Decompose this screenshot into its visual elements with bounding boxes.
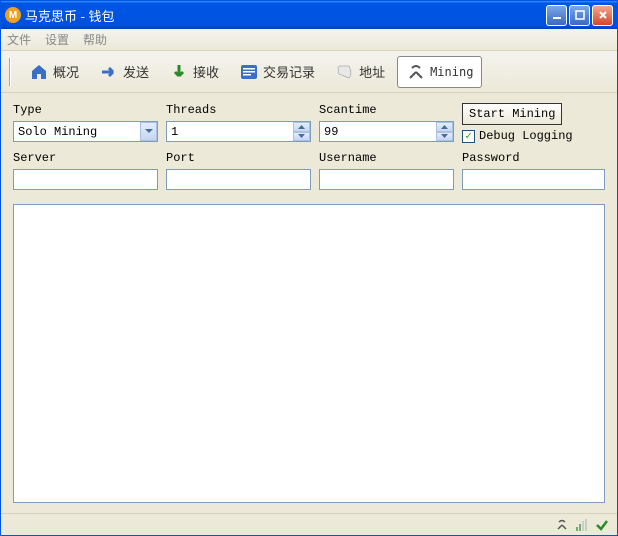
threads-spinner[interactable]: [166, 121, 311, 142]
scantime-spinner[interactable]: [319, 121, 454, 142]
menu-settings[interactable]: 设置: [45, 31, 69, 48]
scantime-value[interactable]: [319, 121, 454, 142]
toolbar-divider: [9, 58, 11, 86]
network-status-icon: [575, 518, 589, 532]
home-icon: [29, 62, 49, 82]
menubar: 文件 设置 帮助: [1, 29, 617, 51]
checkbox-box[interactable]: ✓: [462, 130, 475, 143]
debug-logging-checkbox[interactable]: ✓ Debug Logging: [462, 129, 605, 143]
mining-output[interactable]: [13, 204, 605, 503]
debug-logging-label: Debug Logging: [479, 129, 573, 143]
password-label: Password: [462, 151, 605, 165]
chevron-up-icon[interactable]: [293, 122, 310, 132]
mining-status-icon: [555, 518, 569, 532]
toolbar: 概况 发送 接收 交易记录 地址: [1, 51, 617, 93]
close-button[interactable]: [592, 5, 613, 26]
type-select[interactable]: [13, 121, 158, 142]
port-label: Port: [166, 151, 311, 165]
threads-label: Threads: [166, 103, 311, 117]
statusbar: [1, 513, 617, 535]
tab-transactions[interactable]: 交易记录: [231, 56, 323, 88]
port-input[interactable]: [166, 169, 311, 190]
titlebar[interactable]: M 马克思币 - 钱包: [1, 1, 617, 29]
type-value[interactable]: [13, 121, 158, 142]
tab-mining[interactable]: Mining: [397, 56, 482, 88]
chevron-down-icon[interactable]: [436, 132, 453, 142]
scantime-label: Scantime: [319, 103, 454, 117]
addressbook-icon: [335, 62, 355, 82]
password-input[interactable]: [462, 169, 605, 190]
username-label: Username: [319, 151, 454, 165]
send-icon: [99, 62, 119, 82]
main-window: M 马克思币 - 钱包 文件 设置 帮助 概况: [0, 0, 618, 536]
chevron-up-icon[interactable]: [436, 122, 453, 132]
tab-overview[interactable]: 概况: [21, 56, 87, 88]
chevron-down-icon[interactable]: [140, 122, 157, 141]
sync-status-icon: [595, 518, 609, 532]
menu-file[interactable]: 文件: [7, 31, 31, 48]
mining-icon: [406, 62, 426, 82]
menu-help[interactable]: 帮助: [83, 31, 107, 48]
tab-addressbook[interactable]: 地址: [327, 56, 393, 88]
start-mining-button[interactable]: Start Mining: [462, 103, 562, 125]
mining-panel: Type Threads Sc: [1, 93, 617, 513]
window-title: 马克思币 - 钱包: [25, 6, 546, 25]
server-input[interactable]: [13, 169, 158, 190]
minimize-button[interactable]: [546, 5, 567, 26]
threads-value[interactable]: [166, 121, 311, 142]
maximize-button[interactable]: [569, 5, 590, 26]
app-icon: M: [5, 7, 21, 23]
chevron-down-icon[interactable]: [293, 132, 310, 142]
username-input[interactable]: [319, 169, 454, 190]
type-label: Type: [13, 103, 158, 117]
tab-receive[interactable]: 接收: [161, 56, 227, 88]
receive-icon: [169, 62, 189, 82]
tab-send[interactable]: 发送: [91, 56, 157, 88]
check-icon: ✓: [465, 129, 472, 143]
window-controls: [546, 5, 613, 26]
transactions-icon: [239, 62, 259, 82]
server-label: Server: [13, 151, 158, 165]
